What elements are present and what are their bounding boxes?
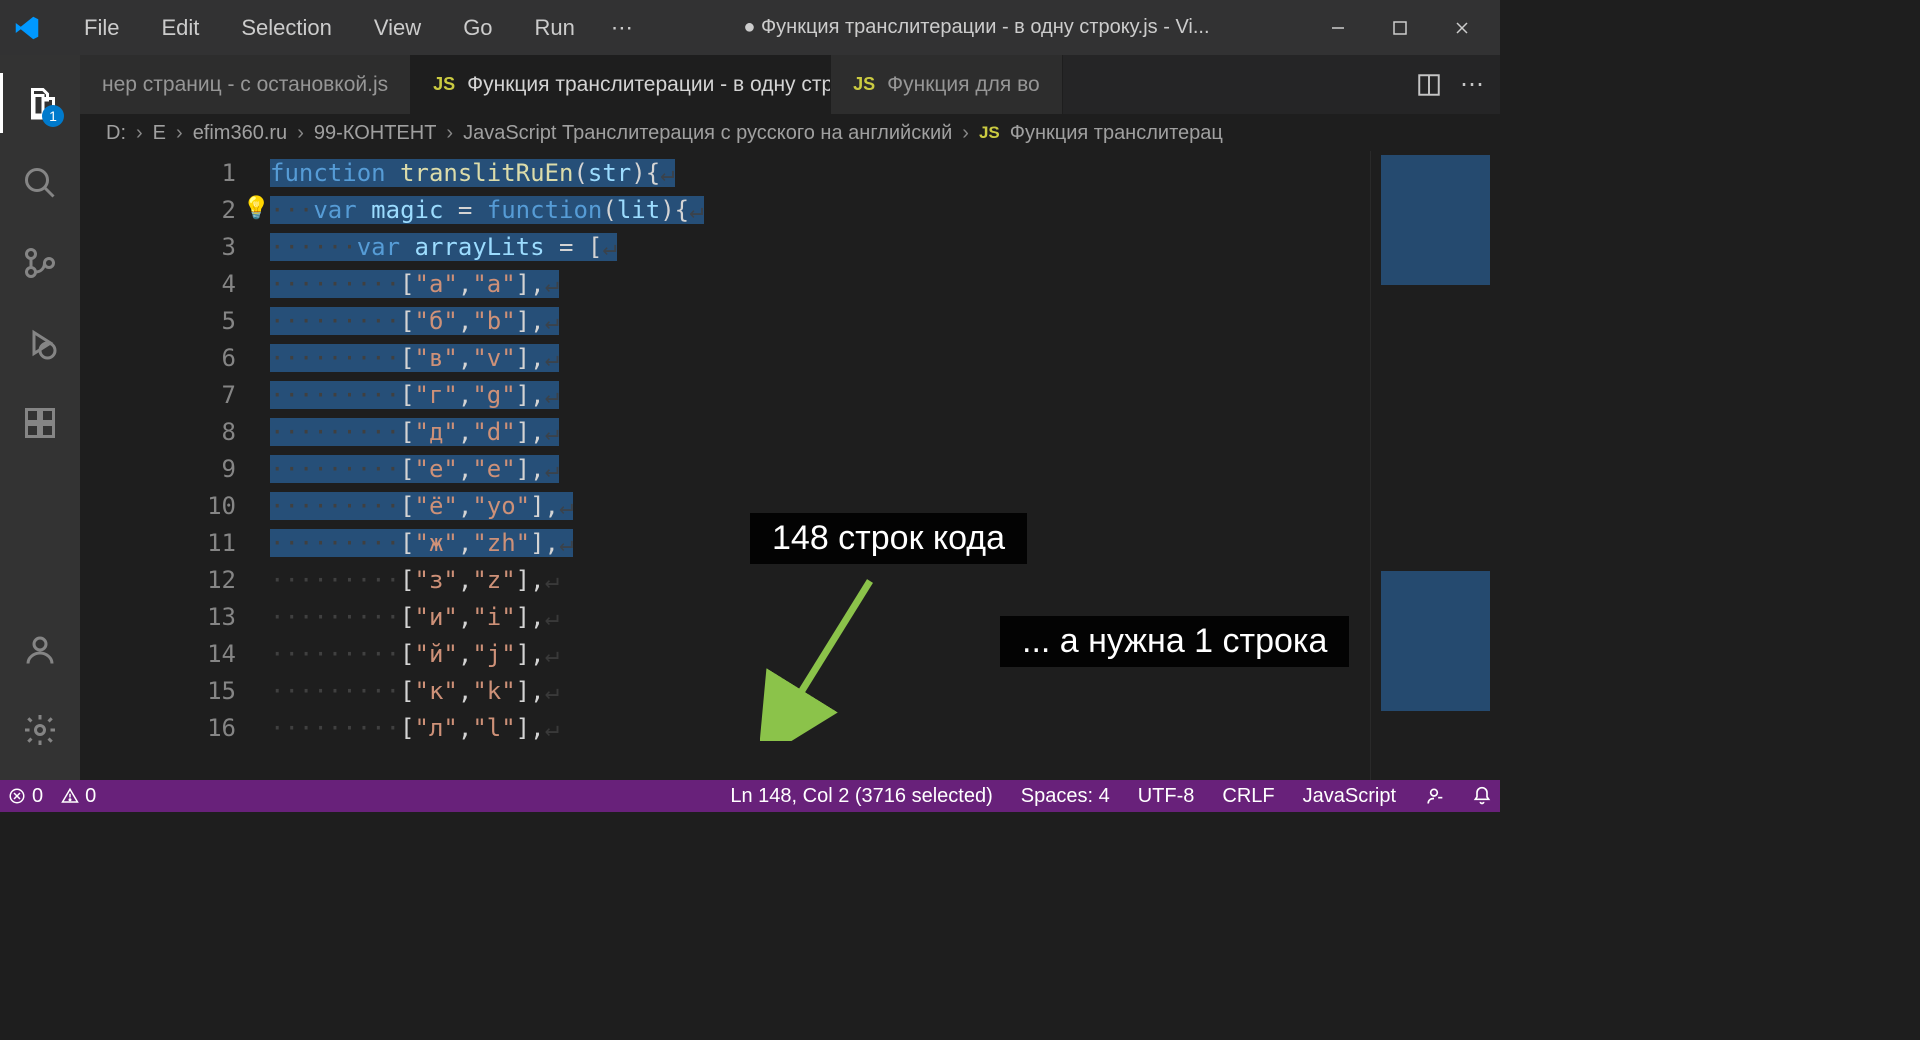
maximize-button[interactable] — [1370, 8, 1430, 48]
tab-file-3[interactable]: JS Функция для во — [831, 55, 1063, 114]
code-content[interactable]: function translitRuEn(str){↵···var magic… — [270, 151, 1370, 780]
activity-explorer[interactable]: 1 — [10, 73, 70, 133]
window-controls — [1308, 8, 1492, 48]
menu-selection[interactable]: Selection — [223, 9, 350, 47]
activity-debug[interactable] — [10, 313, 70, 373]
js-icon: JS — [853, 74, 875, 95]
tab-file-2[interactable]: JS Функция транслитерации - в одну строк… — [411, 55, 831, 114]
tab-label: нер страниц - с остановкой.js — [102, 73, 388, 97]
window-title: ● Функция транслитерации - в одну строку… — [645, 16, 1308, 39]
status-feedback-icon[interactable] — [1424, 786, 1444, 806]
menu-view[interactable]: View — [356, 9, 439, 47]
tab-actions: ⋯ — [1400, 55, 1500, 114]
tabbar: нер страниц - с остановкой.js JS Функция… — [80, 55, 1500, 115]
status-spaces[interactable]: Spaces: 4 — [1021, 785, 1110, 808]
main-area: 1 нер страниц - с остановкой.js — [0, 55, 1500, 780]
close-button[interactable] — [1432, 8, 1492, 48]
status-eol[interactable]: CRLF — [1222, 785, 1274, 808]
editor-area: нер страниц - с остановкой.js JS Функция… — [80, 55, 1500, 780]
error-count: 0 — [32, 785, 43, 808]
explorer-badge: 1 — [42, 105, 64, 127]
statusbar: 0 0 Ln 148, Col 2 (3716 selected) Spaces… — [0, 780, 1500, 812]
activitybar: 1 — [0, 55, 80, 780]
line-gutter: 💡 12345678910111213141516 — [80, 151, 270, 780]
vscode-logo-icon — [8, 9, 46, 47]
tab-label: Функция для во — [887, 73, 1040, 97]
tab-file-1[interactable]: нер страниц - с остановкой.js — [80, 55, 411, 114]
js-icon: JS — [433, 74, 455, 95]
js-icon: JS — [979, 123, 1000, 143]
minimize-button[interactable] — [1308, 8, 1368, 48]
tab-label: Функция транслитерации - в одну строку.j… — [467, 73, 831, 97]
menu-go[interactable]: Go — [445, 9, 510, 47]
crumb[interactable]: JavaScript Транслитерация с русского на … — [463, 122, 952, 145]
split-editor-icon[interactable] — [1416, 72, 1442, 98]
crumb[interactable]: D: — [106, 122, 126, 145]
crumb[interactable]: Функция транслитерац — [1010, 122, 1223, 145]
status-errors[interactable]: 0 — [8, 785, 43, 808]
crumb[interactable]: 99-КОНТЕНТ — [314, 122, 437, 145]
activity-source-control[interactable] — [10, 233, 70, 293]
activity-search[interactable] — [10, 153, 70, 213]
titlebar: File Edit Selection View Go Run ⋯ ● Функ… — [0, 0, 1500, 55]
crumb[interactable]: efim360.ru — [193, 122, 288, 145]
menu-edit[interactable]: Edit — [143, 9, 217, 47]
activity-settings[interactable] — [10, 700, 70, 760]
minimap[interactable] — [1370, 151, 1500, 780]
status-warnings[interactable]: 0 — [61, 785, 96, 808]
status-bell-icon[interactable] — [1472, 786, 1492, 806]
breadcrumb[interactable]: D:› E› efim360.ru› 99-КОНТЕНТ› JavaScrip… — [80, 115, 1500, 151]
status-language[interactable]: JavaScript — [1303, 785, 1396, 808]
more-actions-icon[interactable]: ⋯ — [1460, 70, 1484, 99]
menu-run[interactable]: Run — [517, 9, 593, 47]
crumb[interactable]: E — [153, 122, 166, 145]
menu-file[interactable]: File — [66, 9, 137, 47]
code-editor[interactable]: 💡 12345678910111213141516 function trans… — [80, 151, 1500, 780]
warning-count: 0 — [85, 785, 96, 808]
status-cursor[interactable]: Ln 148, Col 2 (3716 selected) — [730, 785, 992, 808]
menubar: File Edit Selection View Go Run ⋯ — [66, 9, 645, 47]
lightbulb-icon[interactable]: 💡 — [243, 190, 270, 227]
activity-account[interactable] — [10, 620, 70, 680]
menu-more-icon[interactable]: ⋯ — [599, 9, 645, 47]
status-encoding[interactable]: UTF-8 — [1138, 785, 1195, 808]
activity-extensions[interactable] — [10, 393, 70, 453]
